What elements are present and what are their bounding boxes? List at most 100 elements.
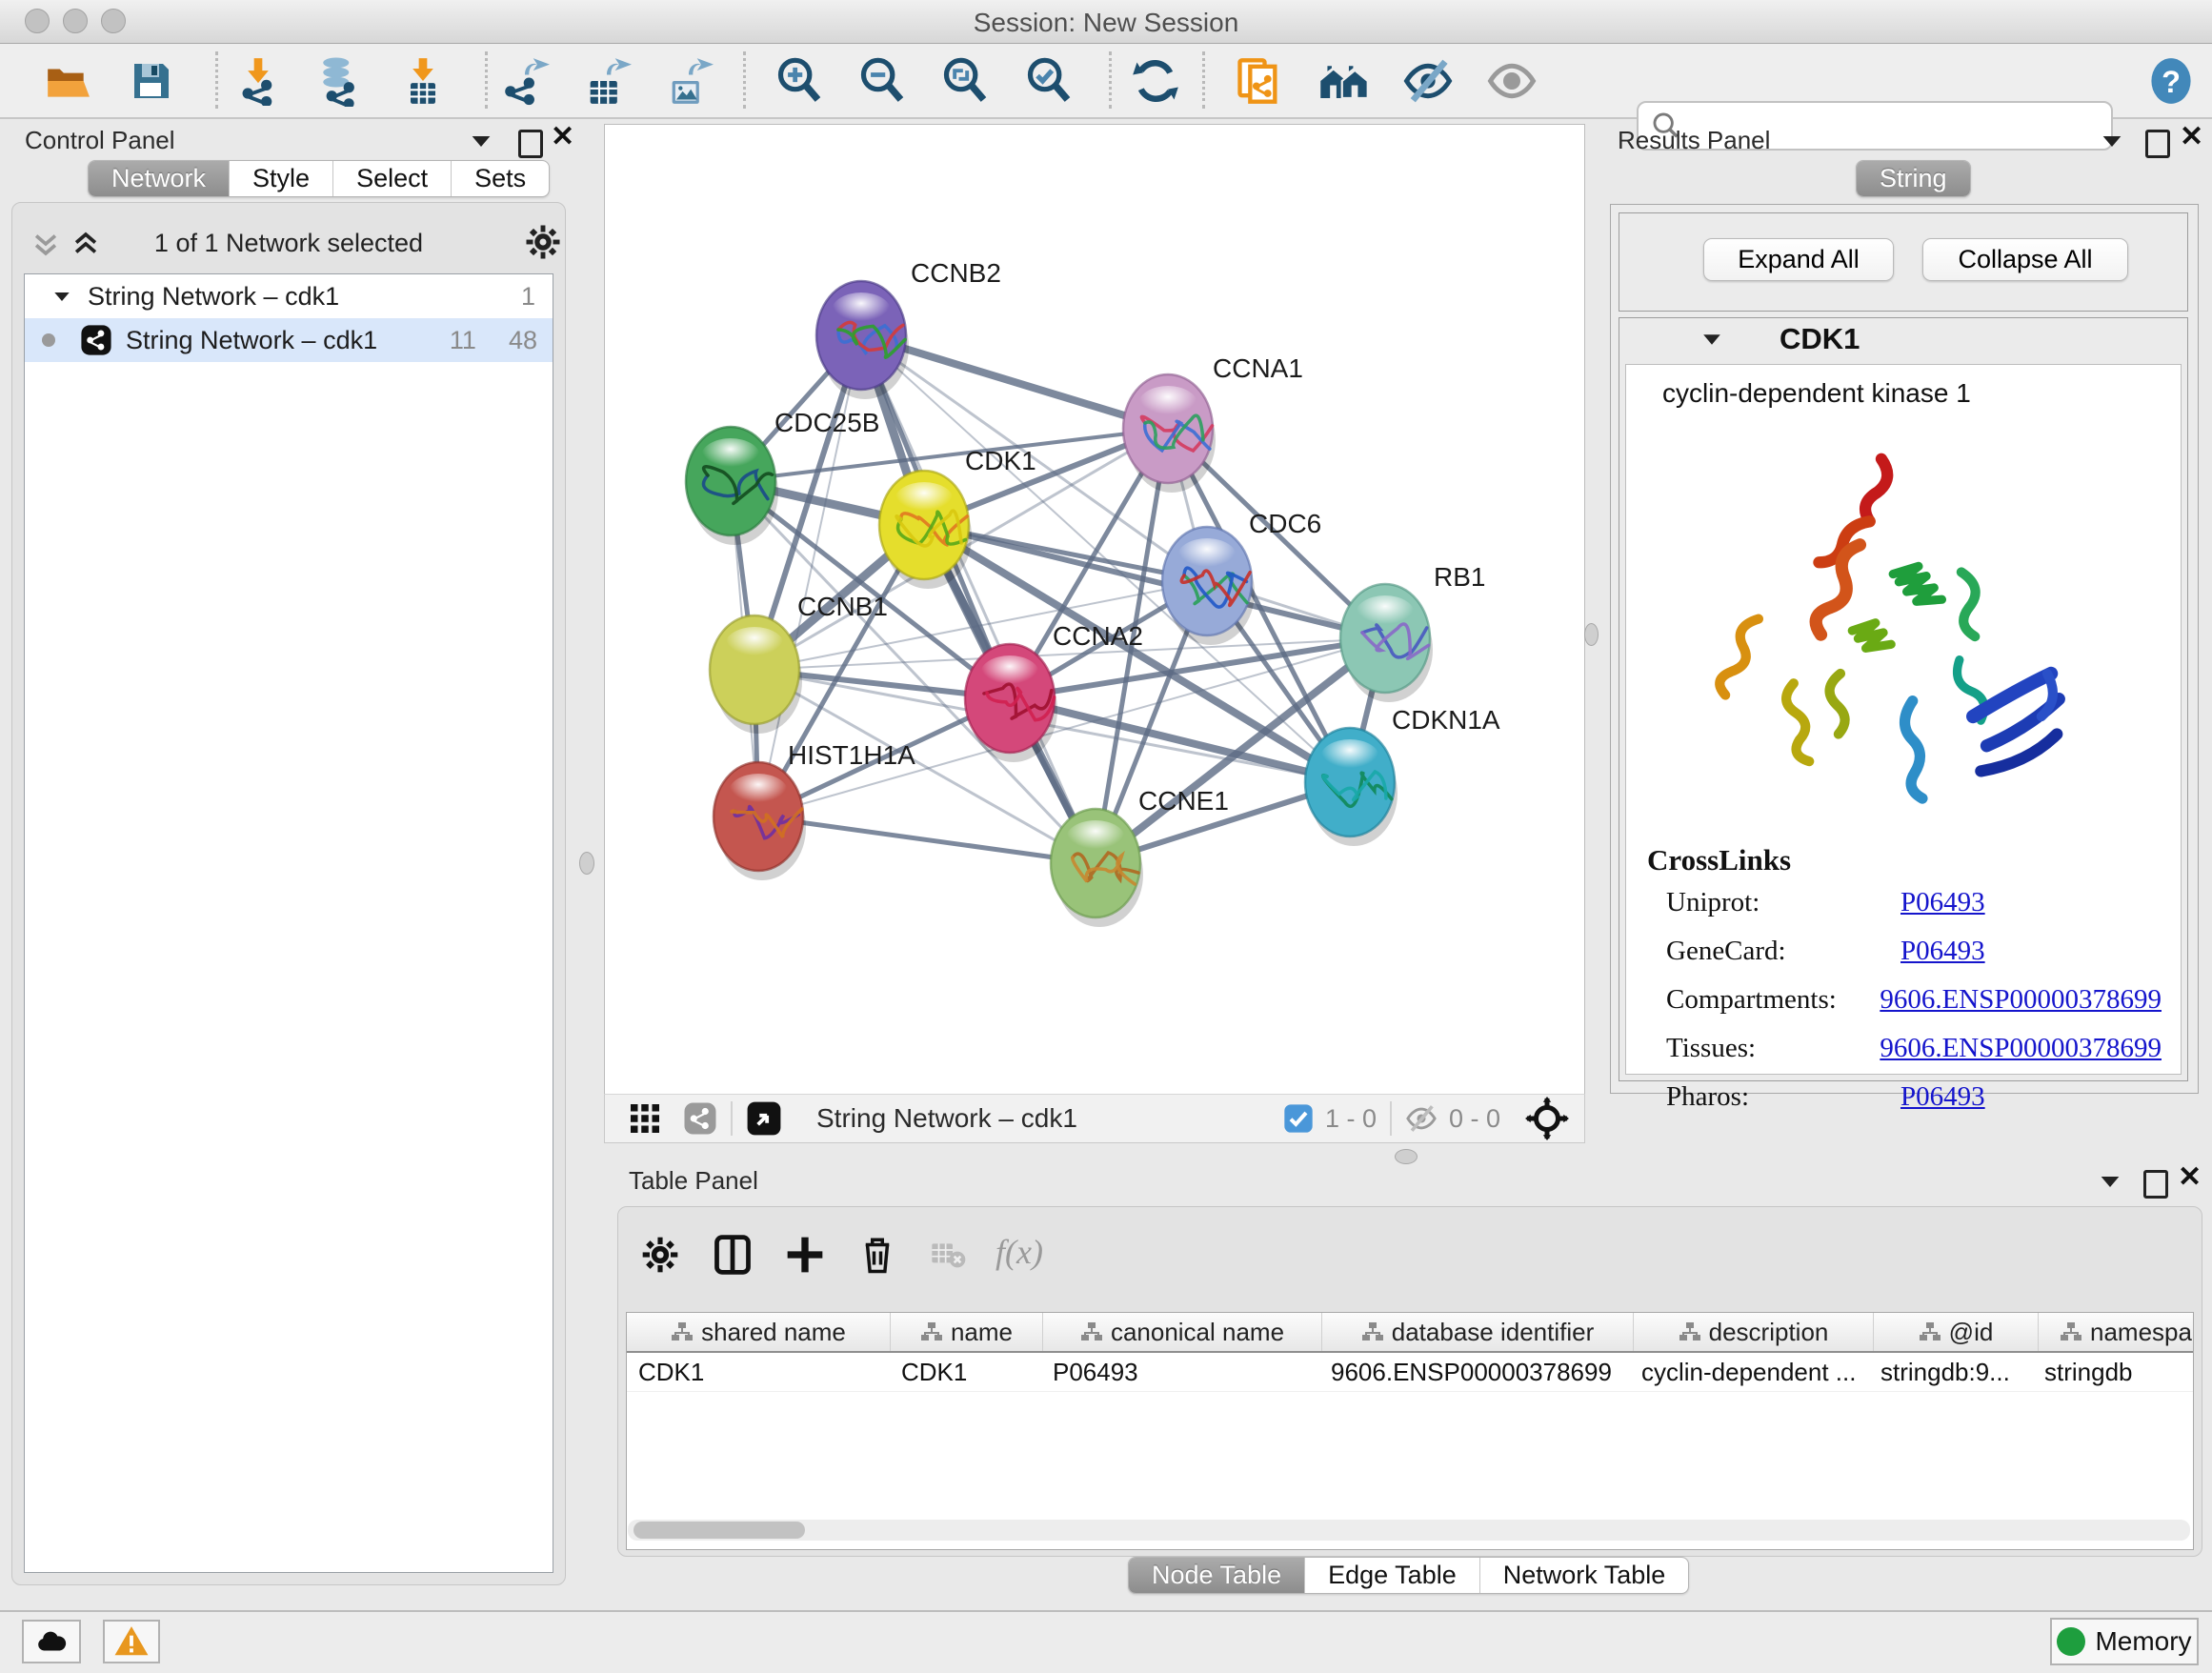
collection-expand-icon[interactable]: [54, 292, 69, 300]
selected-checkbox-icon[interactable]: [1283, 1103, 1314, 1134]
horizontal-scrollbar[interactable]: [628, 1520, 2190, 1541]
node-CDK1[interactable]: [879, 471, 972, 589]
close-panel-icon[interactable]: ✕: [2178, 1166, 2202, 1189]
expand-all-button[interactable]: Expand All: [1703, 238, 1894, 281]
network-options-gear-icon[interactable]: [523, 222, 563, 262]
tab-node-table[interactable]: Node Table: [1129, 1558, 1305, 1593]
cloud-button[interactable]: [22, 1620, 81, 1663]
columns-icon[interactable]: [706, 1228, 759, 1281]
crosslink-value-link[interactable]: P06493: [1900, 1081, 1985, 1113]
import-network-database-button[interactable]: [312, 55, 364, 107]
tab-network-table[interactable]: Network Table: [1480, 1558, 1689, 1593]
collection-count: 1: [521, 282, 535, 312]
tab-network[interactable]: Network: [89, 161, 230, 196]
crosslink-value-link[interactable]: 9606.ENSP00000378699: [1880, 1033, 2162, 1064]
float-panel-icon[interactable]: [2145, 130, 2170, 163]
first-neighbors-button[interactable]: [1318, 55, 1370, 107]
node-CCNA1[interactable]: [1123, 374, 1216, 493]
save-session-button[interactable]: [126, 55, 177, 107]
tab-select[interactable]: Select: [333, 161, 452, 196]
apply-layout-refresh-button[interactable]: [1130, 55, 1181, 107]
column-header-2[interactable]: canonical name: [1043, 1313, 1322, 1351]
add-column-icon[interactable]: [778, 1228, 832, 1281]
crosslink-value-link[interactable]: 9606.ENSP00000378699: [1880, 984, 2162, 1016]
close-panel-icon[interactable]: ✕: [2180, 126, 2203, 149]
zoom-fit-button[interactable]: [939, 55, 991, 107]
network-collection-row[interactable]: String Network – cdk1 1: [25, 274, 553, 318]
column-header-5[interactable]: @id: [1874, 1313, 2039, 1351]
column-header-0[interactable]: shared name: [627, 1313, 891, 1351]
open-session-button[interactable]: [42, 55, 93, 107]
network-row[interactable]: String Network – cdk1 11 48: [25, 318, 553, 362]
collapse-panel-icon[interactable]: [2101, 135, 2122, 152]
table-cell: stringdb:9...: [1869, 1353, 2033, 1391]
crosslink-label: Tissues:: [1666, 1033, 1880, 1064]
edge-CDK1-RB1[interactable]: [924, 525, 1385, 638]
crosslink-value-link[interactable]: P06493: [1900, 936, 1985, 967]
close-panel-icon[interactable]: ✕: [551, 126, 574, 149]
export-table-button[interactable]: [581, 55, 633, 107]
collapse-panel-icon[interactable]: [2100, 1176, 2121, 1193]
string-network-graph[interactable]: CCNB2CCNA1CDC25BCDK1CDC6RB1CCNB1CCNA2CDK…: [605, 125, 1584, 1095]
import-network-file-button[interactable]: [232, 55, 284, 107]
help-button[interactable]: ?: [2145, 55, 2197, 107]
network-canvas[interactable]: CCNB2CCNA1CDC25BCDK1CDC6RB1CCNB1CCNA2CDK…: [604, 124, 1585, 1096]
grid-view-icon[interactable]: [628, 1101, 662, 1136]
column-header-4[interactable]: description: [1634, 1313, 1874, 1351]
node-CDC25B[interactable]: [686, 427, 778, 545]
move-crosshair-icon[interactable]: [1525, 1097, 1569, 1140]
scrollbar-thumb[interactable]: [633, 1522, 805, 1539]
warning-button[interactable]: [103, 1620, 160, 1663]
node-CDKN1A[interactable]: [1305, 728, 1398, 846]
node-CCNB1[interactable]: [710, 615, 802, 734]
float-panel-icon[interactable]: [2143, 1170, 2168, 1203]
column-header-6[interactable]: namespac: [2039, 1313, 2194, 1351]
crosslink-value-link[interactable]: P06493: [1900, 887, 1985, 918]
node-CCNA2[interactable]: [965, 644, 1057, 762]
collapse-all-button[interactable]: Collapse All: [1922, 238, 2128, 281]
crosslink-row: Tissues:9606.ENSP00000378699: [1666, 1033, 2162, 1064]
delete-column-icon[interactable]: [851, 1228, 904, 1281]
edge-CCNB2-CCNE1[interactable]: [861, 335, 1096, 863]
tab-edge-table[interactable]: Edge Table: [1305, 1558, 1480, 1593]
crosslink-row: GeneCard:P06493: [1666, 936, 2162, 967]
zoom-selected-button[interactable]: [1023, 55, 1075, 107]
bottom-splitter-handle[interactable]: [1395, 1149, 1418, 1164]
node-RB1[interactable]: [1340, 584, 1433, 702]
left-splitter-handle[interactable]: [579, 852, 594, 875]
new-network-from-selection-button[interactable]: [1233, 55, 1284, 107]
import-table-file-button[interactable]: [397, 55, 449, 107]
float-panel-icon[interactable]: [518, 130, 543, 163]
gene-collapse-icon[interactable]: [1703, 334, 1720, 344]
birdseye-view-icon[interactable]: [746, 1100, 782, 1137]
column-header-1[interactable]: name: [891, 1313, 1043, 1351]
network-label: String Network – cdk1: [126, 326, 377, 355]
table-row[interactable]: CDK1CDK1P064939606.ENSP00000378699cyclin…: [627, 1353, 2193, 1392]
node-CCNB2[interactable]: [816, 281, 909, 399]
table-gear-icon[interactable]: [633, 1228, 687, 1281]
control-panel-tabs: Network Style Select Sets: [88, 160, 550, 197]
collapse-all-networks-icon[interactable]: [30, 228, 62, 260]
tab-string[interactable]: String: [1857, 161, 1970, 196]
column-header-label: description: [1709, 1318, 1829, 1347]
hide-selected-button[interactable]: [1402, 55, 1454, 107]
memory-status-dot-icon: [2057, 1627, 2085, 1656]
export-network-button[interactable]: [499, 55, 551, 107]
collapse-panel-icon[interactable]: [471, 135, 492, 152]
node-CDC6[interactable]: [1162, 527, 1255, 645]
table-cell: CDK1: [627, 1353, 890, 1391]
share-view-icon[interactable]: [683, 1101, 717, 1136]
tab-sets[interactable]: Sets: [452, 161, 549, 196]
expand-all-networks-icon[interactable]: [70, 228, 102, 260]
memory-button[interactable]: Memory: [2050, 1618, 2199, 1665]
export-image-button[interactable]: [663, 55, 714, 107]
edge-HIST1H1A-CCNE1[interactable]: [758, 816, 1096, 863]
column-header-3[interactable]: database identifier: [1322, 1313, 1634, 1351]
zoom-in-button[interactable]: [774, 55, 825, 107]
zoom-out-button[interactable]: [856, 55, 908, 107]
tab-style[interactable]: Style: [230, 161, 333, 196]
show-all-button[interactable]: [1486, 55, 1538, 107]
node-CCNE1[interactable]: [1051, 809, 1143, 927]
node-HIST1H1A[interactable]: [714, 762, 806, 880]
node-label-CDK1: CDK1: [965, 446, 1036, 475]
